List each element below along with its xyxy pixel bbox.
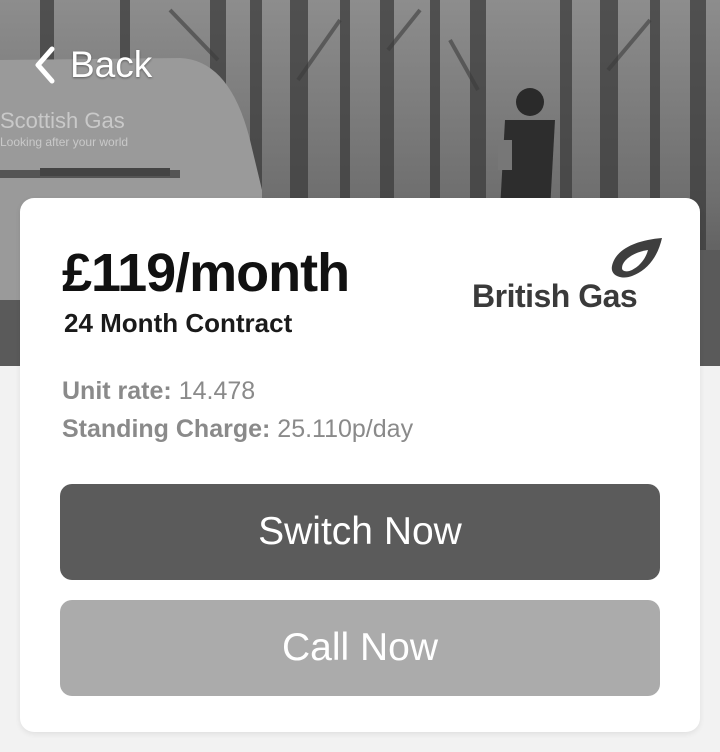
switch-now-button[interactable]: Switch Now: [60, 484, 660, 580]
plan-card: £119/month 24 Month Contract British Gas…: [20, 198, 700, 732]
unit-rate-label: Unit rate:: [62, 377, 172, 405]
supplier-logo: British Gas: [470, 236, 670, 316]
flame-icon: [611, 238, 662, 278]
standing-charge-label: Standing Charge:: [62, 415, 271, 443]
standing-charge-value: 25.110p/day: [277, 415, 414, 443]
monthly-price: £119/month: [62, 243, 350, 303]
van-text: Scottish Gas: [0, 108, 125, 133]
switch-now-label: Switch Now: [258, 510, 462, 553]
call-now-button[interactable]: Call Now: [60, 600, 660, 696]
van-tagline: Looking after your world: [0, 135, 128, 149]
chevron-left-icon: [35, 46, 55, 84]
supplier-name: British Gas: [472, 278, 638, 314]
unit-rate-row: Unit rate: 14.478: [62, 372, 413, 410]
contract-length: 24 Month Contract: [64, 308, 293, 338]
rate-details: Unit rate: 14.478 Standing Charge: 25.11…: [62, 372, 413, 448]
back-button[interactable]: Back: [30, 40, 152, 90]
standing-charge-row: Standing Charge: 25.110p/day: [62, 410, 413, 448]
call-now-label: Call Now: [281, 626, 439, 669]
unit-rate-value: 14.478: [178, 377, 256, 405]
back-label: Back: [70, 44, 153, 85]
